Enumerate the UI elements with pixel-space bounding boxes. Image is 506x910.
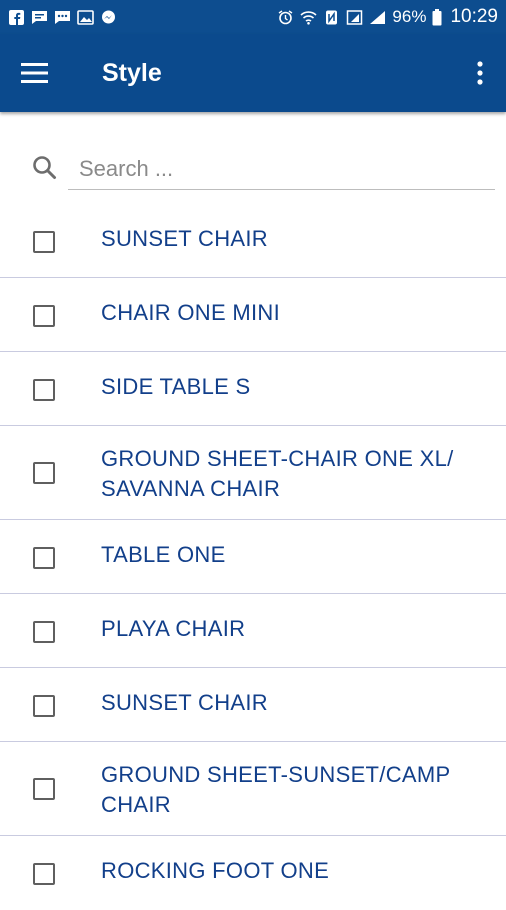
hamburger-menu-icon[interactable] xyxy=(20,58,50,88)
list-item[interactable]: ROCKING FOOT ONE xyxy=(0,836,506,910)
item-checkbox[interactable] xyxy=(33,863,55,885)
item-label: SUNSET CHAIR xyxy=(101,226,268,251)
system-indicators: 96% 10:29 xyxy=(277,6,498,28)
search-bar xyxy=(0,140,506,192)
list-item[interactable]: PLAYA CHAIR xyxy=(0,594,506,668)
battery-percent: 96% xyxy=(392,7,427,26)
facebook-icon xyxy=(8,9,25,25)
item-checkbox[interactable] xyxy=(33,778,55,800)
clock-time: 10:29 xyxy=(450,6,498,27)
notification-icons xyxy=(8,9,117,25)
item-label: PLAYA CHAIR xyxy=(101,616,246,641)
list-item[interactable]: CHAIR ONE MINI xyxy=(0,278,506,352)
more-vertical-icon[interactable] xyxy=(468,58,492,88)
alarm-icon xyxy=(277,9,294,25)
item-checkbox[interactable] xyxy=(33,231,55,253)
item-checkbox[interactable] xyxy=(33,547,55,569)
item-checkbox[interactable] xyxy=(33,621,55,643)
list-item[interactable]: GROUND SHEET-CHAIR ONE XL/ SAVANNA CHAIR xyxy=(0,426,506,520)
item-label: SUNSET CHAIR xyxy=(101,690,268,715)
item-label: CHAIR ONE MINI xyxy=(101,300,280,325)
battery-icon xyxy=(432,8,442,25)
chat-icon xyxy=(54,10,71,25)
messenger-icon xyxy=(100,10,117,25)
item-checkbox[interactable] xyxy=(33,379,55,401)
item-label: TABLE ONE xyxy=(101,542,226,567)
sim-icon xyxy=(346,9,363,25)
item-checkbox[interactable] xyxy=(33,695,55,717)
list-item[interactable]: SUNSET CHAIR xyxy=(0,668,506,742)
style-list: SUNSET CHAIR CHAIR ONE MINI SIDE TABLE S… xyxy=(0,204,506,910)
signal-icon xyxy=(369,10,386,25)
item-label: GROUND SHEET-SUNSET/CAMP CHAIR xyxy=(101,762,451,817)
nfc-icon xyxy=(323,10,340,25)
list-item[interactable]: SIDE TABLE S xyxy=(0,352,506,426)
message-icon xyxy=(31,10,48,25)
list-item[interactable]: GROUND SHEET-SUNSET/CAMP CHAIR xyxy=(0,742,506,836)
list-item[interactable]: TABLE ONE xyxy=(0,520,506,594)
item-label: SIDE TABLE S xyxy=(101,374,251,399)
item-checkbox[interactable] xyxy=(33,462,55,484)
search-icon xyxy=(31,154,59,182)
item-label: ROCKING FOOT ONE xyxy=(101,858,330,883)
item-checkbox[interactable] xyxy=(33,305,55,327)
item-label: GROUND SHEET-CHAIR ONE XL/ SAVANNA CHAIR xyxy=(101,446,454,501)
list-item[interactable]: SUNSET CHAIR xyxy=(0,204,506,278)
page-title: Style xyxy=(102,58,162,87)
app-bar: Style xyxy=(0,34,506,112)
status-bar: 96% 10:29 xyxy=(0,0,506,34)
wifi-icon xyxy=(300,10,317,25)
image-icon xyxy=(77,9,94,25)
search-input[interactable] xyxy=(68,140,495,190)
